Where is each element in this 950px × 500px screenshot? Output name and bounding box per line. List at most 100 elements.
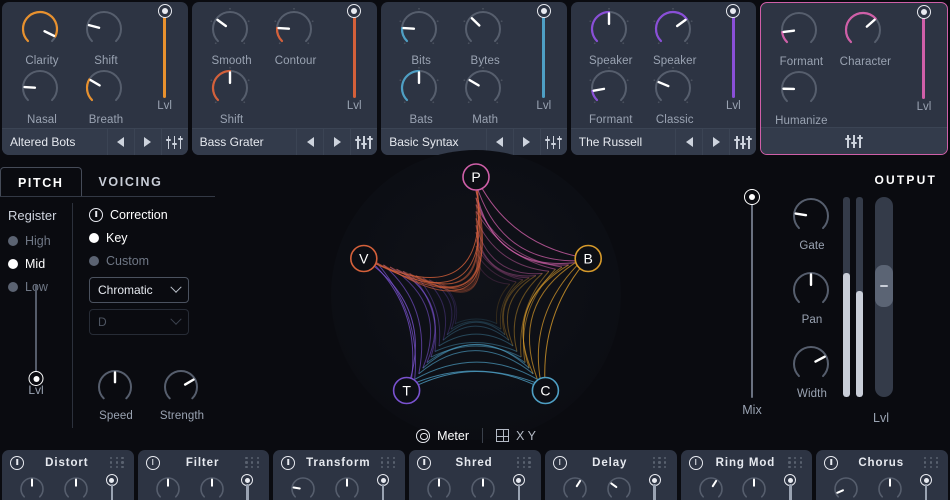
power-icon[interactable]	[10, 456, 24, 470]
knob[interactable]	[462, 7, 508, 54]
drag-handle-icon[interactable]	[109, 457, 126, 469]
correction-option-custom[interactable]: Custom	[89, 254, 189, 268]
knob[interactable]	[790, 195, 834, 239]
slider-handle[interactable]	[536, 4, 551, 18]
knob[interactable]	[652, 7, 698, 54]
knob[interactable]	[209, 7, 255, 54]
correction-toggle[interactable]: Correction	[89, 208, 189, 222]
slider-handle[interactable]	[347, 4, 362, 18]
drag-handle-icon[interactable]	[652, 457, 669, 469]
knob[interactable]	[560, 474, 590, 500]
module-level-slider[interactable]: Lvl	[720, 4, 746, 112]
effect-slot[interactable]: Chorus	[816, 450, 949, 500]
knob[interactable]	[652, 66, 698, 113]
preset-name[interactable]: The Russell	[571, 129, 676, 155]
register-option-mid[interactable]: Mid	[8, 257, 72, 271]
knob[interactable]	[332, 474, 362, 500]
slider-track[interactable]	[536, 4, 551, 98]
preset-prev-button[interactable]	[106, 129, 134, 155]
effect-level-slider[interactable]	[919, 474, 933, 500]
slider-track[interactable]	[744, 189, 760, 398]
mix-slider[interactable]: Mix	[733, 189, 771, 417]
effect-level-slider[interactable]	[648, 474, 662, 500]
knob[interactable]	[790, 343, 834, 387]
preset-prev-button[interactable]	[296, 129, 323, 155]
preset-next-button[interactable]	[512, 129, 540, 155]
knob[interactable]	[468, 474, 498, 500]
knob[interactable]	[83, 67, 129, 113]
effect-slot[interactable]: Transform	[273, 450, 406, 500]
effect-level-slider[interactable]	[512, 474, 526, 500]
visualizer[interactable]: P B C T V Meter X Y	[243, 150, 709, 450]
effect-slot[interactable]: Shred	[409, 450, 541, 500]
knob[interactable]	[739, 474, 769, 500]
knob[interactable]	[790, 269, 834, 313]
tab-voicing[interactable]: VOICING	[82, 167, 180, 197]
knob[interactable]	[398, 66, 444, 113]
module-settings-button[interactable]	[729, 129, 756, 155]
slider-track[interactable]	[517, 484, 521, 500]
knob[interactable]	[197, 474, 227, 500]
power-icon[interactable]	[281, 456, 296, 470]
slider-track[interactable]	[924, 484, 928, 500]
voice-module[interactable]: Bits Bytes Bats Math Lvl Basic Syntax	[381, 2, 567, 155]
knob[interactable]	[61, 474, 91, 500]
view-mode-x-y[interactable]: X Y	[496, 429, 536, 443]
slider-track[interactable]	[726, 4, 741, 98]
knob[interactable]	[19, 67, 65, 113]
power-icon[interactable]	[417, 456, 432, 470]
knob[interactable]	[604, 474, 634, 500]
fader-handle[interactable]	[875, 264, 893, 307]
effect-level-slider[interactable]	[376, 474, 390, 500]
knob[interactable]	[95, 367, 137, 409]
slider-track[interactable]	[347, 4, 362, 98]
knob[interactable]	[696, 474, 726, 500]
correction-option-key[interactable]: Key	[89, 231, 189, 245]
slider-handle[interactable]	[916, 5, 931, 19]
module-settings-button[interactable]	[761, 128, 947, 154]
slider-handle[interactable]	[726, 4, 741, 18]
voice-module[interactable]: Clarity Shift Nasal Breath Lvl Altered Bots	[2, 2, 188, 155]
slider-track[interactable]	[653, 484, 656, 500]
power-icon[interactable]	[145, 456, 160, 470]
effect-slot[interactable]: Distort	[2, 450, 134, 500]
knob[interactable]	[161, 367, 203, 409]
drag-handle-icon[interactable]	[516, 457, 533, 469]
module-settings-button[interactable]	[539, 129, 567, 155]
knob[interactable]	[209, 66, 255, 113]
effect-slot[interactable]: Filter	[137, 450, 270, 500]
knob[interactable]	[273, 7, 319, 54]
root-select[interactable]: D	[89, 309, 189, 335]
voice-module[interactable]: Speaker Speaker Formant Classic Lvl The Russ…	[570, 2, 757, 155]
output-fader[interactable]	[875, 197, 893, 397]
module-level-slider[interactable]: Lvl	[911, 5, 937, 113]
knob[interactable]	[83, 8, 129, 54]
slider-track[interactable]	[381, 484, 385, 500]
knob[interactable]	[831, 474, 861, 500]
module-settings-button[interactable]	[160, 129, 188, 155]
knob[interactable]	[17, 474, 47, 500]
view-mode-meter[interactable]: Meter	[416, 428, 469, 443]
preset-prev-button[interactable]	[675, 129, 702, 155]
effect-slot[interactable]: Ring Mod	[680, 450, 813, 500]
effect-level-slider[interactable]	[105, 474, 119, 500]
slider-track[interactable]	[28, 285, 44, 386]
slider-track[interactable]	[246, 484, 249, 500]
knob[interactable]	[288, 474, 318, 500]
knob[interactable]	[842, 9, 888, 55]
slider-track[interactable]	[110, 484, 114, 500]
knob[interactable]	[778, 9, 824, 55]
slider-handle[interactable]	[28, 371, 44, 386]
knob[interactable]	[778, 68, 824, 114]
preset-name[interactable]: Bass Grater	[192, 129, 297, 155]
drag-handle-icon[interactable]	[924, 457, 940, 469]
module-settings-button[interactable]	[350, 129, 377, 155]
knob[interactable]	[875, 474, 905, 500]
effect-level-slider[interactable]	[240, 474, 254, 500]
module-level-slider[interactable]: Lvl	[341, 4, 367, 112]
slider-handle[interactable]	[157, 4, 172, 18]
tab-pitch[interactable]: PITCH	[0, 167, 82, 197]
effect-slot[interactable]: Delay	[544, 450, 677, 500]
slider-track[interactable]	[157, 4, 172, 98]
voice-module[interactable]: Smooth Contour Shift Lvl Bass Grater	[191, 2, 378, 155]
